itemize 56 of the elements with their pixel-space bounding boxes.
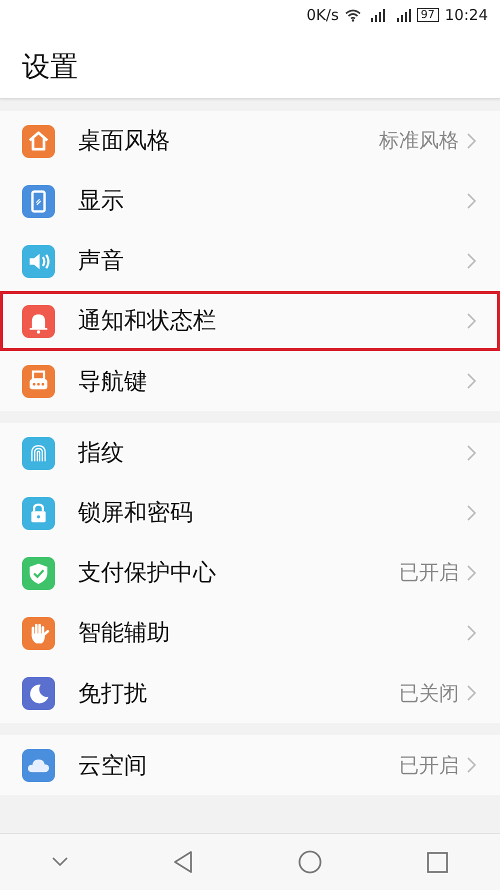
shield-icon [22,556,55,590]
chevron-icon [467,757,476,773]
collapse-icon[interactable] [52,857,68,867]
chevron-icon [467,192,476,208]
network-speed: 0K/s [306,6,339,24]
settings-item[interactable]: 声音 [0,231,500,291]
item-value: 已开启 [399,752,459,778]
chevron-icon [467,373,476,389]
chevron-icon [467,504,476,520]
item-value: 已开启 [399,559,459,586]
item-label: 通知和状态栏 [78,307,217,336]
settings-item[interactable]: 锁屏和密码 [0,483,500,543]
battery-level: 97 [416,8,439,22]
item-label: 免打扰 [78,680,148,708]
settings-item[interactable]: 支付保护中心 已开启 [0,543,500,603]
item-label: 导航键 [78,368,148,396]
item-label: 智能辅助 [78,619,171,648]
chevron-icon [467,444,476,460]
chevron-icon [467,132,476,148]
lock-icon [22,496,55,530]
settings-item[interactable]: 桌面风格 标准风格 [0,111,500,171]
bell-icon [22,304,55,338]
recents-icon[interactable] [426,852,448,872]
home-icon[interactable] [298,850,322,874]
chevron-icon [467,252,476,268]
chevron-icon [467,685,476,701]
item-value: 已关闭 [399,680,459,706]
settings-item[interactable]: 免打扰 已关闭 [0,663,500,723]
item-label: 桌面风格 [78,127,171,156]
settings-item[interactable]: 智能辅助 [0,603,500,663]
moon-icon [22,676,55,710]
item-label: 指纹 [78,439,125,468]
item-label: 支付保护中心 [78,559,217,588]
cloud-icon [22,748,55,782]
back-icon[interactable] [173,851,194,873]
settings-item[interactable]: 显示 [0,171,500,231]
chevron-icon [467,564,476,580]
house-icon [22,124,55,158]
page-title: 设置 [21,49,79,84]
fingerprint-icon [22,436,55,470]
hand-icon [22,616,55,650]
item-label: 云空间 [78,752,148,780]
settings-item[interactable]: 指纹 [0,423,500,483]
settings-item[interactable]: 通知和状态栏 [0,291,500,351]
status-time: 10:24 [444,6,488,24]
phone-icon [22,184,55,218]
settings-item[interactable]: 云空间 已开启 [0,735,500,795]
item-value: 标准风格 [379,127,459,154]
chevron-icon [467,312,476,328]
item-label: 显示 [78,187,125,216]
wifi-icon [344,8,361,22]
chevron-icon [467,624,476,640]
settings-item[interactable]: 导航键 [0,351,500,411]
item-label: 锁屏和密码 [78,499,194,528]
speaker-icon [22,244,55,278]
item-label: 声音 [78,247,125,276]
